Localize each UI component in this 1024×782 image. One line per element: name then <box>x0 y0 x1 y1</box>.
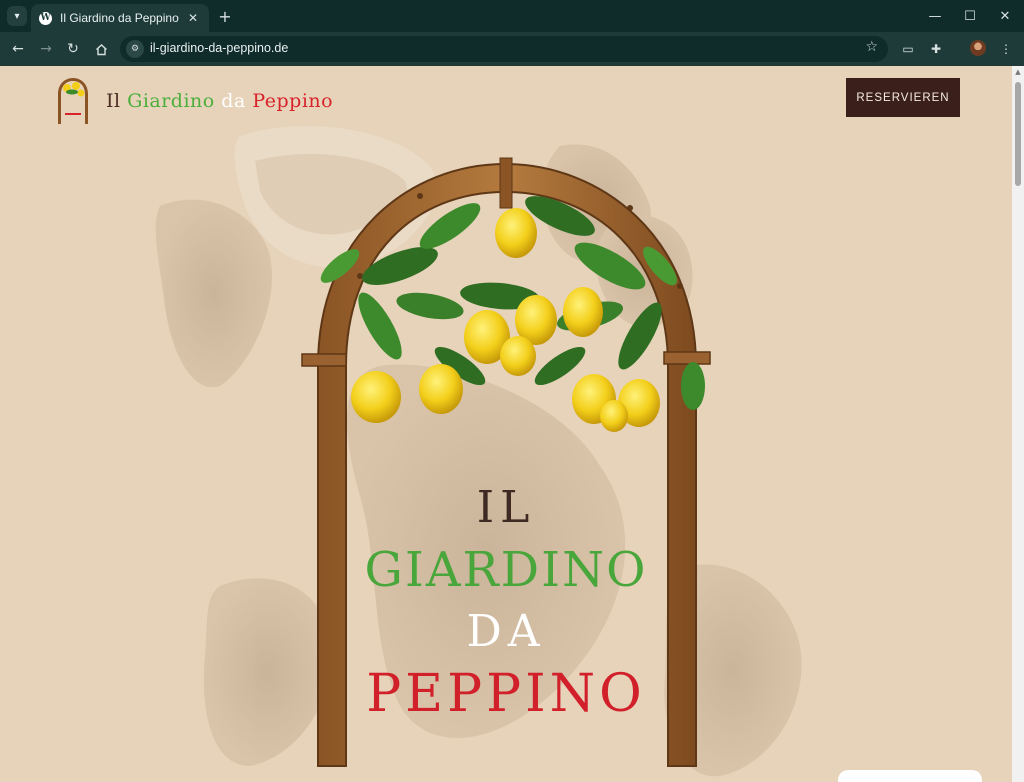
brand-word-il: Il <box>106 90 121 112</box>
new-tab-button[interactable]: + <box>216 7 234 26</box>
cookie-widget-tab[interactable] <box>838 770 982 782</box>
forward-arrow-icon: → <box>40 41 52 57</box>
home-icon <box>95 43 107 55</box>
back-button[interactable]: ← <box>7 38 29 60</box>
profile-avatar[interactable] <box>970 40 986 56</box>
tab-title: Il Giardino da Peppino <box>60 11 179 25</box>
hero-title-il: IL <box>476 482 536 533</box>
logo-icon <box>58 78 88 124</box>
back-arrow-icon: ← <box>12 41 24 57</box>
reserve-button[interactable]: RESERVIEREN <box>846 78 960 117</box>
wordpress-icon: W <box>39 11 52 25</box>
site-brand[interactable]: Il Giardino da Peppino <box>56 76 333 124</box>
cast-icon[interactable]: ▭ <box>898 39 918 59</box>
brand-word-peppino: Peppino <box>252 90 334 112</box>
web-page: Il Giardino da Peppino RESERVIEREN IL GI… <box>0 66 1012 782</box>
close-tab-icon[interactable]: ✕ <box>185 10 201 26</box>
puzzle-icon[interactable]: ✚ <box>926 39 946 59</box>
site-info-icon[interactable]: ⚙ <box>126 40 144 58</box>
forward-button[interactable]: → <box>35 38 57 60</box>
star-icon[interactable]: ☆ <box>865 39 878 55</box>
maximize-button[interactable]: ☐ <box>960 6 980 26</box>
browser-tab[interactable]: W Il Giardino da Peppino ✕ <box>31 4 209 32</box>
scroll-up-arrow-icon[interactable]: ▲ <box>1014 68 1022 76</box>
scrollbar-thumb[interactable] <box>1015 82 1021 186</box>
address-bar[interactable]: ⚙ il-giardino-da-peppino.de ☆ <box>120 36 888 62</box>
hero-title-peppino: PEPPINO <box>366 664 646 724</box>
url-text[interactable]: il-giardino-da-peppino.de <box>150 41 288 55</box>
close-window-button[interactable]: ✕ <box>995 6 1015 26</box>
brand-word-da: da <box>221 90 246 112</box>
brand-word-giardino: Giardino <box>127 90 215 112</box>
page-scrollbar[interactable]: ▲ <box>1012 66 1024 782</box>
chevron-down-icon: ▾ <box>14 10 20 22</box>
browser-toolbar: ← → ↻ ⚙ il-giardino-da-peppino.de ☆ ▭ ✚ … <box>0 32 1024 66</box>
tab-search-button[interactable]: ▾ <box>7 6 27 26</box>
reload-button[interactable]: ↻ <box>62 38 84 60</box>
hero-title-da: DA <box>466 606 546 657</box>
kebab-menu-icon[interactable]: ⋮ <box>996 39 1016 59</box>
home-button[interactable] <box>90 38 112 60</box>
hero-title-giardino: GIARDINO <box>364 542 648 598</box>
minimize-button[interactable]: — <box>925 6 945 26</box>
hero-title: IL GIARDINO DA PEPPINO <box>330 482 682 724</box>
tab-strip: ▾ W Il Giardino da Peppino ✕ + — ☐ ✕ <box>0 0 1024 32</box>
brand-name: Il Giardino da Peppino <box>106 90 333 112</box>
reload-icon: ↻ <box>67 41 79 57</box>
